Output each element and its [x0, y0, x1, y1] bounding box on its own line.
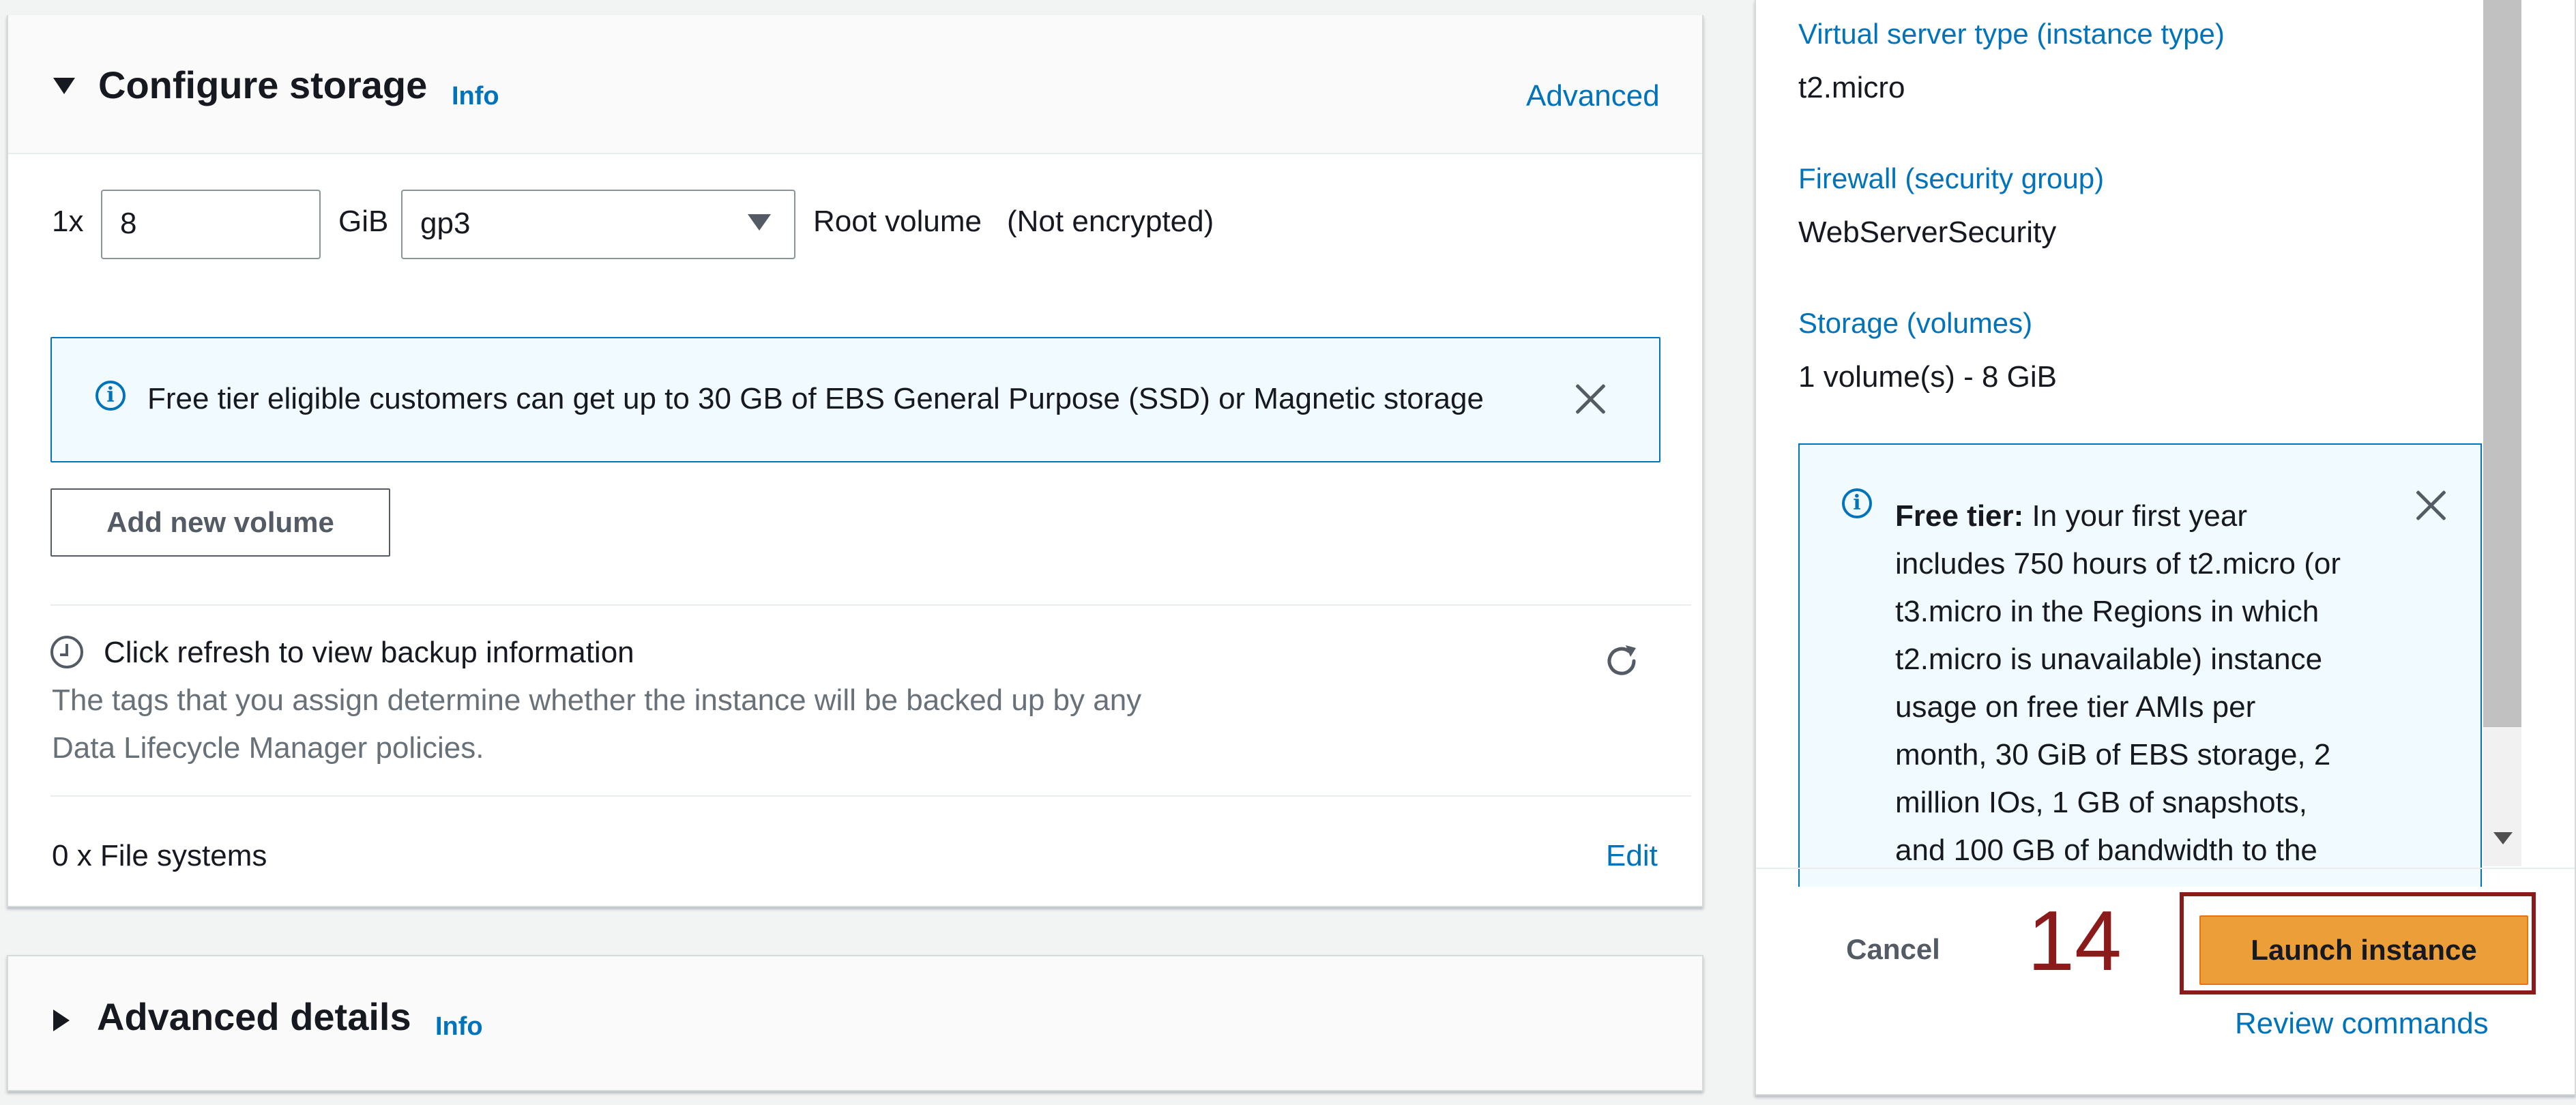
section-title: Configure storage — [98, 63, 428, 106]
backup-description-line-2: Data Lifecycle Manager policies. — [52, 731, 484, 765]
free-tier-line: million IOs, 1 GB of snapshots, — [1895, 786, 2308, 819]
collapse-caret-icon[interactable] — [53, 78, 75, 94]
volume-type-value: gp3 — [420, 207, 471, 240]
divider — [50, 604, 1691, 606]
review-commands-link[interactable]: Review commands — [2235, 1007, 2489, 1041]
free-tier-line: t2.micro is unavailable) instance — [1895, 643, 2323, 676]
cancel-button[interactable]: Cancel — [1815, 925, 1972, 974]
storage-panel-header: Configure storage Info Advanced — [8, 15, 1702, 154]
storage-volumes-label[interactable]: Storage (volumes) — [1798, 307, 2032, 340]
chevron-down-icon — [748, 214, 771, 231]
backup-title: Click refresh to view backup information — [104, 636, 634, 669]
free-tier-alert: i Free tier eligible customers can get u… — [50, 337, 1660, 462]
volume-type-select[interactable]: gp3 — [401, 190, 795, 259]
add-new-volume-button[interactable]: Add new volume — [50, 488, 390, 557]
close-icon[interactable] — [1573, 382, 1607, 416]
free-tier-line: month, 30 GiB of EBS storage, 2 — [1895, 738, 2331, 771]
backup-description-line-1: The tags that you assign determine wheth… — [52, 683, 1142, 717]
volume-count-prefix: 1x — [52, 205, 84, 238]
free-tier-info-box: i Free tier: In your first year includes… — [1798, 443, 2482, 887]
firewall-label[interactable]: Firewall (security group) — [1798, 162, 2104, 195]
encryption-status: (Not encrypted) — [1007, 205, 1214, 238]
refresh-icon[interactable] — [1603, 643, 1640, 679]
instance-type-label[interactable]: Virtual server type (instance type) — [1798, 18, 2225, 50]
instance-type-value: t2.micro — [1798, 71, 1905, 104]
step-number-annotation: 14 — [2028, 894, 2122, 988]
free-tier-alert-text: Free tier eligible customers can get up … — [147, 382, 1484, 415]
free-tier-line: usage on free tier AMIs per — [1895, 690, 2256, 724]
advanced-link[interactable]: Advanced — [1526, 79, 1660, 113]
scroll-down-arrow-icon[interactable] — [2493, 832, 2513, 844]
storage-volumes-value: 1 volume(s) - 8 GiB — [1798, 360, 2057, 394]
free-tier-line: includes 750 hours of t2.micro (or — [1895, 547, 2341, 580]
free-tier-text: Free tier: In your first year includes 7… — [1895, 492, 2373, 874]
volume-size-input[interactable]: 8 — [101, 190, 321, 259]
free-tier-line: t3.micro in the Regions in which — [1895, 595, 2319, 628]
scrollbar-thumb[interactable] — [2483, 0, 2521, 727]
file-systems-label: 0 x File systems — [52, 839, 267, 872]
clock-icon — [50, 636, 83, 668]
divider — [50, 795, 1691, 797]
advanced-details-panel[interactable]: Advanced details Info — [7, 955, 1703, 1091]
root-volume-label: Root volume — [813, 205, 982, 238]
launch-instance-button[interactable]: Launch instance — [2199, 915, 2528, 985]
firewall-value: WebServerSecurity — [1798, 216, 2057, 249]
advanced-details-title[interactable]: Advanced details — [97, 994, 411, 1039]
info-link[interactable]: Info — [452, 82, 499, 111]
info-link[interactable]: Info — [435, 1012, 483, 1042]
expand-caret-icon[interactable] — [53, 1010, 70, 1031]
free-tier-bold-label: Free tier: — [1895, 499, 2024, 533]
info-icon: i — [96, 381, 126, 411]
info-icon: i — [1842, 488, 1872, 518]
free-tier-line: In your first year — [2032, 499, 2247, 533]
edit-file-systems-link[interactable]: Edit — [1606, 839, 1658, 873]
close-icon[interactable] — [2414, 488, 2448, 522]
footer-divider — [1756, 868, 2575, 869]
configure-storage-panel: Configure storage Info Advanced 1x 8 GiB… — [7, 15, 1703, 907]
volume-size-unit: GiB — [338, 205, 389, 238]
